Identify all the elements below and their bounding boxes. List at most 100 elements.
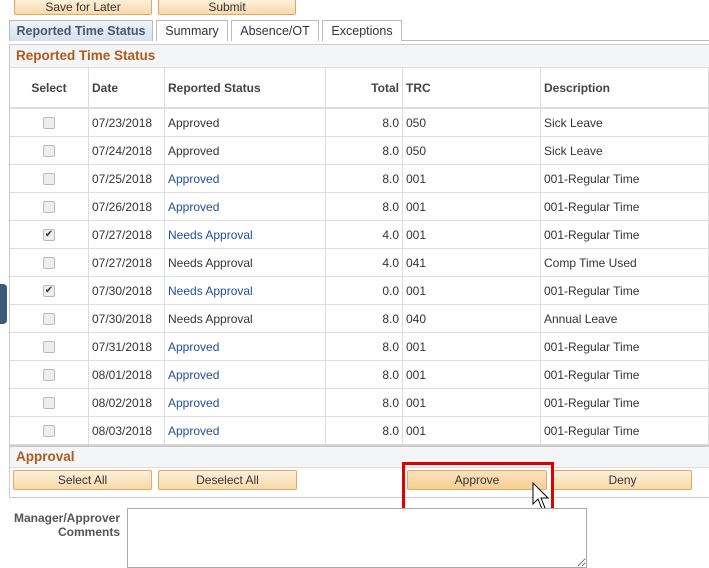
- trc-cell: 001: [402, 360, 541, 389]
- description-cell: 001-Regular Time: [540, 276, 709, 305]
- description-cell: 001-Regular Time: [540, 220, 709, 249]
- trc-cell: 001: [402, 220, 541, 249]
- row-checkbox[interactable]: ✔: [43, 228, 55, 241]
- date-cell: 07/27/2018: [88, 220, 165, 249]
- description-cell: 001-Regular Time: [540, 416, 709, 445]
- total-cell: 4.0: [325, 220, 403, 249]
- tab-reported-time-status[interactable]: Reported Time Status: [9, 20, 153, 41]
- status-cell[interactable]: Approved: [164, 416, 326, 445]
- total-cell: 8.0: [325, 360, 403, 389]
- row-checkbox[interactable]: [43, 116, 55, 129]
- select-cell: [10, 360, 89, 389]
- table-row: 08/01/2018 Approved 8.0 001 001-Regular …: [10, 360, 709, 389]
- tab-summary[interactable]: Summary: [156, 20, 228, 41]
- description-cell: 001-Regular Time: [540, 192, 709, 221]
- date-cell: 07/30/2018: [88, 276, 165, 305]
- select-cell: [10, 416, 89, 445]
- trc-cell: 040: [402, 304, 541, 333]
- row-checkbox[interactable]: [43, 200, 55, 213]
- deny-button[interactable]: Deny: [553, 470, 692, 490]
- select-cell: [10, 388, 89, 417]
- col-select: Select: [10, 68, 89, 109]
- status-cell[interactable]: Approved: [164, 388, 326, 417]
- row-checkbox[interactable]: [43, 340, 55, 353]
- total-cell: 8.0: [325, 416, 403, 445]
- row-checkbox[interactable]: [43, 144, 55, 157]
- submit-button[interactable]: Submit: [158, 0, 296, 15]
- select-cell: [10, 136, 89, 165]
- col-date: Date: [88, 68, 165, 109]
- col-total: Total: [325, 68, 403, 109]
- trc-cell: 050: [402, 108, 541, 137]
- select-cell: [10, 108, 89, 137]
- row-checkbox[interactable]: ✔: [43, 284, 55, 297]
- status-cell[interactable]: Approved: [164, 192, 326, 221]
- save-for-later-button[interactable]: Save for Later: [14, 0, 152, 15]
- trc-cell: 001: [402, 332, 541, 361]
- grid-title: Reported Time Status: [10, 45, 709, 68]
- date-cell: 07/31/2018: [88, 332, 165, 361]
- status-cell[interactable]: Needs Approval: [164, 220, 326, 249]
- description-cell: Sick Leave: [540, 108, 709, 137]
- description-cell: 001-Regular Time: [540, 332, 709, 361]
- row-checkbox[interactable]: [43, 396, 55, 409]
- description-cell: Comp Time Used: [540, 248, 709, 277]
- comments-label-line2: Comments: [57, 525, 120, 539]
- description-cell: Sick Leave: [540, 136, 709, 165]
- reported-time-grid: Reported Time Status Select Date Reporte…: [9, 44, 709, 446]
- description-cell: 001-Regular Time: [540, 164, 709, 193]
- select-cell: [10, 248, 89, 277]
- comments-label-line1: Manager/Approver: [13, 511, 120, 525]
- trc-cell: 050: [402, 136, 541, 165]
- total-cell: 8.0: [325, 108, 403, 137]
- row-checkbox[interactable]: [43, 312, 55, 325]
- date-cell: 08/01/2018: [88, 360, 165, 389]
- trc-cell: 001: [402, 276, 541, 305]
- total-cell: 8.0: [325, 304, 403, 333]
- status-cell[interactable]: Needs Approval: [164, 276, 326, 305]
- select-cell: [10, 192, 89, 221]
- description-cell: Annual Leave: [540, 304, 709, 333]
- tab-divider: [402, 40, 709, 41]
- row-checkbox[interactable]: [43, 256, 55, 269]
- date-cell: 08/02/2018: [88, 388, 165, 417]
- side-panel-handle[interactable]: [0, 284, 7, 324]
- table-row: 07/26/2018 Approved 8.0 001 001-Regular …: [10, 192, 709, 221]
- tab-exceptions[interactable]: Exceptions: [322, 20, 402, 41]
- total-cell: 8.0: [325, 192, 403, 221]
- table-row: 08/03/2018 Approved 8.0 001 001-Regular …: [10, 416, 709, 445]
- status-cell: Approved: [164, 108, 326, 137]
- table-row: 07/25/2018 Approved 8.0 001 001-Regular …: [10, 164, 709, 193]
- date-cell: 07/26/2018: [88, 192, 165, 221]
- total-cell: 8.0: [325, 332, 403, 361]
- table-row: 07/24/2018 Approved 8.0 050 Sick Leave: [10, 136, 709, 165]
- comments-textarea[interactable]: [127, 508, 587, 568]
- trc-cell: 001: [402, 192, 541, 221]
- status-cell: Needs Approval: [164, 304, 326, 333]
- trc-cell: 001: [402, 388, 541, 417]
- status-cell[interactable]: Approved: [164, 360, 326, 389]
- trc-cell: 001: [402, 164, 541, 193]
- table-row: 07/27/2018 Needs Approval 4.0 041 Comp T…: [10, 248, 709, 277]
- col-description: Description: [540, 68, 709, 109]
- date-cell: 07/24/2018: [88, 136, 165, 165]
- table-row: 07/31/2018 Approved 8.0 001 001-Regular …: [10, 332, 709, 361]
- row-checkbox[interactable]: [43, 172, 55, 185]
- col-status: Reported Status: [164, 68, 326, 109]
- row-checkbox[interactable]: [43, 424, 55, 437]
- deselect-all-button[interactable]: Deselect All: [158, 470, 297, 490]
- total-cell: 8.0: [325, 388, 403, 417]
- description-cell: 001-Regular Time: [540, 360, 709, 389]
- table-row: 08/02/2018 Approved 8.0 001 001-Regular …: [10, 388, 709, 417]
- table-row: 07/30/2018 Needs Approval 8.0 040 Annual…: [10, 304, 709, 333]
- date-cell: 07/30/2018: [88, 304, 165, 333]
- total-cell: 4.0: [325, 248, 403, 277]
- tab-absence-ot[interactable]: Absence/OT: [231, 20, 319, 41]
- status-cell[interactable]: Approved: [164, 164, 326, 193]
- total-cell: 8.0: [325, 136, 403, 165]
- select-cell: [10, 304, 89, 333]
- select-all-button[interactable]: Select All: [13, 470, 152, 490]
- row-checkbox[interactable]: [43, 368, 55, 381]
- status-cell: Approved: [164, 136, 326, 165]
- status-cell[interactable]: Approved: [164, 332, 326, 361]
